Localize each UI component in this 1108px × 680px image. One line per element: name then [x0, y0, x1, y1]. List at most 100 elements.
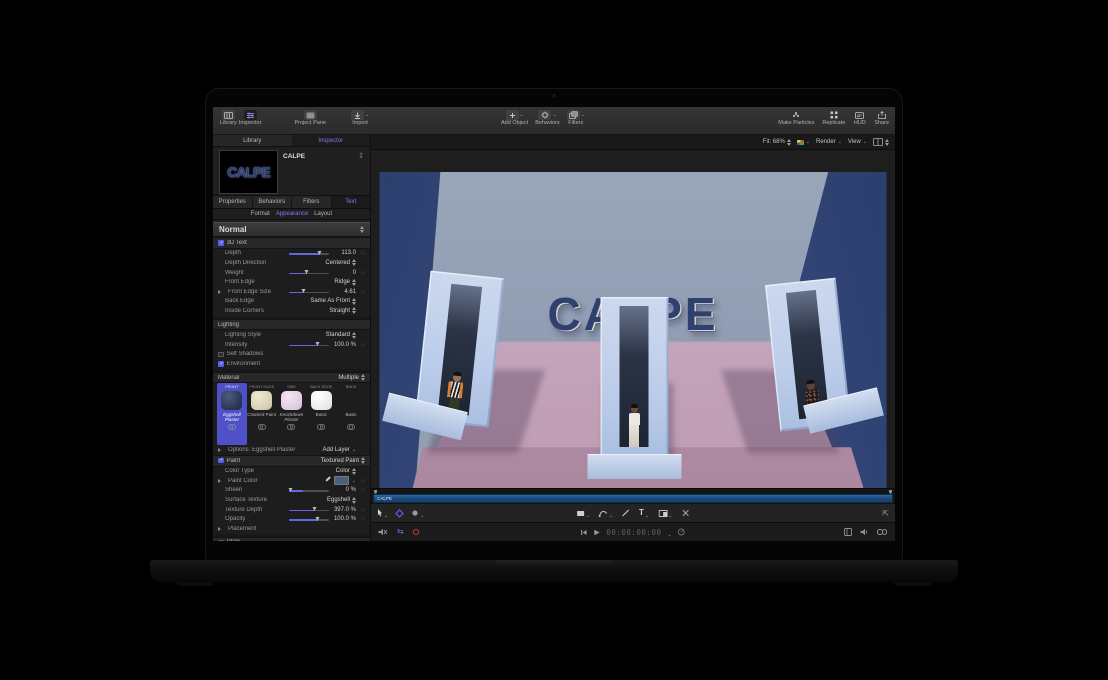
- self-shadows-checkbox[interactable]: [218, 352, 224, 358]
- front-edge-size-slider[interactable]: [289, 288, 329, 296]
- inside-corners-popup[interactable]: Straight: [329, 307, 356, 314]
- adjust-item-tool[interactable]: [681, 509, 689, 517]
- depth-direction-popup[interactable]: Centered: [325, 259, 356, 266]
- opacity-slider[interactable]: [289, 515, 329, 523]
- sheen-slider[interactable]: [289, 486, 329, 494]
- tab-properties[interactable]: Properties: [213, 196, 253, 208]
- back-edge-popup[interactable]: Same As Front: [310, 298, 356, 305]
- play-button[interactable]: [593, 523, 600, 541]
- select-tool[interactable]: [377, 504, 388, 522]
- material-link-icon[interactable]: [228, 424, 236, 428]
- material-link-icon[interactable]: [317, 424, 325, 428]
- paint-checkbox[interactable]: [218, 458, 224, 464]
- tab-library[interactable]: Library: [213, 135, 292, 146]
- material-link-icon[interactable]: [258, 424, 266, 428]
- layout-control[interactable]: [873, 138, 889, 146]
- paint-color-swatch[interactable]: [334, 476, 349, 485]
- add-layer-popup[interactable]: Add Layer: [322, 447, 356, 453]
- fit-zoom-control[interactable]: Fit: 68%: [763, 139, 791, 146]
- project-display-icon[interactable]: [844, 523, 852, 541]
- keyframe-icon[interactable]: ◇: [359, 289, 365, 295]
- filters-button[interactable]: Filters: [567, 110, 585, 126]
- hud-button[interactable]: HUD: [853, 110, 866, 126]
- color-type-popup[interactable]: Color: [336, 468, 356, 475]
- tab-text[interactable]: Text: [332, 196, 371, 208]
- view-menu[interactable]: View: [848, 139, 867, 145]
- loop-button[interactable]: ⇆: [397, 528, 404, 536]
- keyframe-icon[interactable]: ◇: [359, 478, 365, 484]
- audio-icon[interactable]: [860, 523, 869, 541]
- replicate-button[interactable]: Replicate: [822, 110, 845, 126]
- add-object-button[interactable]: Add Object: [501, 110, 528, 126]
- render-menu[interactable]: Render: [816, 139, 842, 145]
- keyframe-icon[interactable]: ◇: [359, 516, 365, 522]
- material-back-edge[interactable]: BACK EDGE Basic: [306, 383, 336, 445]
- material-popup[interactable]: Multiple: [338, 374, 365, 381]
- texture-depth-slider[interactable]: [289, 506, 329, 514]
- stepper-icon: [361, 457, 365, 464]
- front-edge-popup[interactable]: Ridge: [334, 279, 356, 286]
- subtab-format[interactable]: Format: [251, 211, 270, 217]
- tab-behaviors[interactable]: Behaviors: [253, 196, 293, 208]
- mini-timeline[interactable]: CALPE: [371, 488, 895, 503]
- inspector-button[interactable]: Inspector: [239, 110, 262, 126]
- tab-inspector[interactable]: Inspector: [292, 135, 371, 146]
- pan-orbit-tool[interactable]: [411, 504, 424, 522]
- material-link-icon[interactable]: [347, 424, 355, 428]
- disclosure-icon[interactable]: [218, 290, 225, 294]
- style-preset-bar[interactable]: Normal: [213, 222, 370, 237]
- import-button[interactable]: Import: [351, 110, 369, 126]
- intensity-slider[interactable]: [289, 341, 329, 349]
- 3d-text-checkbox[interactable]: [218, 240, 224, 246]
- disclosure-icon[interactable]: [218, 448, 225, 452]
- keyframe-icon[interactable]: ◇: [359, 507, 365, 513]
- library-button[interactable]: Library: [220, 110, 237, 126]
- adjust-ctrl-points-icon[interactable]: ⇱: [882, 509, 889, 518]
- stepper-icon: [361, 374, 365, 381]
- channels-control[interactable]: [797, 139, 810, 145]
- linked-rings-icon[interactable]: [877, 529, 888, 535]
- material-side[interactable]: SIDE Knockdown Plaster: [277, 383, 307, 445]
- text-tool[interactable]: T: [639, 504, 649, 522]
- mute-button[interactable]: [378, 523, 388, 541]
- disclosure-icon[interactable]: [218, 479, 225, 483]
- material-front[interactable]: FRONT Eggshell Plaster: [217, 383, 247, 445]
- eyedropper-icon[interactable]: [324, 477, 331, 484]
- environment-checkbox[interactable]: [218, 361, 224, 367]
- record-button[interactable]: [413, 529, 419, 535]
- keyframe-icon[interactable]: ◇: [359, 270, 365, 276]
- glow-checkbox[interactable]: [218, 540, 224, 541]
- line-tool[interactable]: [622, 509, 630, 517]
- canvas-viewport[interactable]: CALPE: [371, 150, 895, 488]
- row-depth-direction: Depth Direction Centered: [213, 258, 370, 268]
- timeline-clip-bar[interactable]: CALPE: [373, 494, 893, 503]
- bezier-tool[interactable]: [599, 504, 613, 522]
- keyframe-icon[interactable]: ◇: [359, 487, 365, 493]
- weight-slider[interactable]: [289, 269, 329, 277]
- mask-tool[interactable]: [658, 504, 672, 522]
- depth-slider[interactable]: [289, 249, 329, 257]
- surface-texture-popup[interactable]: Eggshell: [327, 497, 356, 504]
- material-back[interactable]: BACK Basic: [336, 383, 366, 445]
- behaviors-button[interactable]: Behaviors: [535, 110, 559, 126]
- color-channels-icon: [797, 140, 804, 145]
- keyframe-icon[interactable]: ◇: [359, 250, 365, 256]
- material-front-edge[interactable]: FRONT EDGE Cracked Paint: [247, 383, 277, 445]
- share-button[interactable]: Share: [874, 110, 889, 126]
- subtab-appearance[interactable]: Appearance: [276, 211, 308, 217]
- tab-filters[interactable]: Filters: [292, 196, 332, 208]
- lighting-style-popup[interactable]: Standard: [326, 332, 356, 339]
- project-pane-button[interactable]: Project Pane: [294, 110, 326, 126]
- chevron-down-icon[interactable]: [667, 523, 671, 541]
- transform-3d-tool[interactable]: [395, 509, 404, 518]
- disclosure-icon[interactable]: [218, 527, 225, 531]
- pin-icon[interactable]: ↧: [358, 152, 364, 160]
- shape-tool[interactable]: [577, 504, 590, 522]
- make-particles-button[interactable]: Make Particles: [778, 110, 814, 126]
- previous-frame-button[interactable]: [580, 523, 587, 541]
- keyframe-icon[interactable]: ◇: [359, 342, 365, 348]
- material-link-icon[interactable]: [287, 424, 295, 428]
- paint-popup[interactable]: Textured Paint: [321, 457, 365, 464]
- timer-icon[interactable]: [678, 523, 686, 541]
- subtab-layout[interactable]: Layout: [314, 211, 332, 217]
